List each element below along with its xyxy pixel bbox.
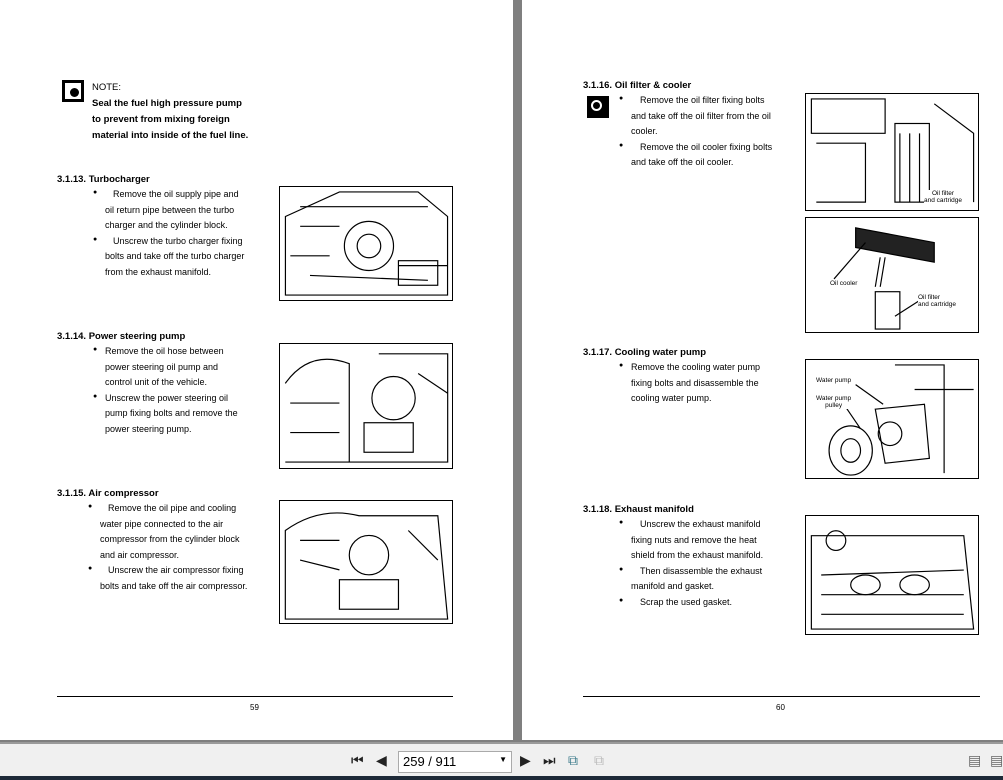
section-title: 3.1.17. Cooling water pump	[583, 347, 706, 358]
bullet-text: shield from the exhaust manifold.	[631, 550, 764, 561]
bullet-text: control unit of the vehicle.	[105, 377, 208, 388]
bullet-icon: ●	[619, 141, 624, 149]
bullet-text: oil return pipe between the turbo	[105, 204, 235, 215]
bullet-text: and take off the oil cooler.	[631, 157, 734, 168]
bullet-text: Unscrew the power steering oil	[105, 392, 229, 403]
bullet-text: Remove the oil pipe and cooling	[108, 503, 237, 513]
exhaust-manifold-figure	[805, 515, 979, 635]
single-page-view-icon[interactable]: ▤	[968, 752, 981, 769]
bullet-icon: ●	[93, 392, 98, 400]
bullet-text: Unscrew the air compressor fixing	[108, 565, 244, 576]
bullet-text: power steering oil pump and	[105, 361, 219, 372]
page-59: NOTE: Seal the fuel high pressure pump to…	[0, 0, 513, 740]
section-title: 3.1.18. Exhaust manifold	[583, 504, 694, 515]
note: NOTE: Seal the fuel high pressure pump to…	[92, 82, 249, 141]
power-steering-pump-figure	[279, 343, 453, 469]
bullet-text: fixing bolts and disassemble the	[631, 377, 759, 388]
bullet-text: Scrap the used gasket.	[640, 597, 733, 607]
bullet-text: Remove the oil supply pipe and	[113, 189, 239, 199]
bullet-text: charger and the cylinder block.	[105, 220, 228, 231]
bullet-text: water pipe connected to the air	[100, 518, 224, 529]
oil-filter-label-2: Oil filter and cartridge	[918, 294, 956, 308]
bullet-icon: ●	[619, 519, 624, 526]
next-page-button[interactable]: ▶	[520, 752, 531, 769]
bullet-text: and air compressor.	[100, 549, 180, 560]
bullet-text: cooler.	[631, 126, 658, 137]
navigation-toolbar: ⏮ ◀ 259 / 911 ▼ ▶ ⏭ ⧉ ⧉ ▤ ▤	[0, 742, 1003, 776]
section-title: 3.1.16. Oil filter & cooler	[583, 80, 692, 91]
footer-rule	[583, 696, 980, 697]
oil-filter-label: Oil filter and cartridge	[924, 190, 962, 204]
footer-rule	[57, 696, 453, 697]
chevron-down-icon[interactable]: ▼	[499, 755, 507, 764]
bullet-text: Remove the oil filter fixing bolts	[640, 95, 765, 105]
bullet-text: power steering pump.	[105, 424, 192, 434]
go-forward-icon[interactable]: ⧉	[594, 752, 604, 769]
document-viewer: NOTE: Seal the fuel high pressure pump to…	[0, 0, 1003, 742]
bullet-text: Unscrew the turbo charger fixing	[113, 235, 243, 246]
bullet-text: bolts and take off the turbo charger	[105, 251, 245, 262]
bullet-icon: ●	[93, 346, 98, 353]
bullet-text: manifold and gasket.	[631, 581, 715, 592]
oil-cooler-figure: Oil cooler Oil filter and cartridge	[805, 217, 979, 333]
water-pump-figure: Water pump Water pump pulley	[805, 359, 979, 479]
bullet-icon: ●	[619, 95, 624, 102]
oil-cooler-label: Oil cooler	[830, 280, 858, 287]
bullet-icon: ●	[93, 189, 98, 196]
bullet-icon: ●	[619, 362, 624, 369]
page-60: 3.1.16. Oil filter & cooler ● Remove the o…	[522, 0, 1003, 740]
inspect-icon	[587, 96, 609, 118]
air-compressor-figure	[279, 500, 453, 624]
bullet-text: compressor from the cylinder block	[100, 534, 240, 545]
section-title: 3.1.14. Power steering pump	[57, 331, 186, 342]
turbocharger-figure	[279, 186, 453, 301]
bullet-text: Remove the oil hose between	[105, 346, 224, 356]
bullet-text: Remove the cooling water pump	[631, 362, 761, 372]
bullet-text: pump fixing bolts and remove the	[105, 408, 238, 419]
water-pump-label: Water pump	[816, 377, 852, 384]
bullet-text: from the exhaust manifold.	[105, 267, 212, 277]
water-pump-pulley-label: Water pump pulley	[816, 395, 852, 409]
first-page-button[interactable]: ⏮	[351, 752, 364, 769]
page-number: 60	[776, 703, 785, 712]
bullet-icon: ●	[88, 503, 93, 510]
bullet-text: Unscrew the exhaust manifold	[640, 519, 761, 529]
bullet-icon: ●	[619, 565, 624, 573]
bullet-icon: ●	[93, 235, 98, 243]
bullet-icon: ●	[619, 597, 624, 604]
previous-page-button[interactable]: ◀	[376, 752, 387, 769]
continuous-view-icon[interactable]: ▤	[990, 752, 1003, 769]
go-back-icon[interactable]: ⧉	[568, 752, 578, 769]
bullet-text: Then disassemble the exhaust	[640, 565, 763, 576]
bullet-text: Remove the oil cooler fixing bolts	[640, 141, 773, 152]
bullet-text: bolts and take off the air compressor.	[100, 581, 248, 591]
bullet-text: fixing nuts and remove the heat	[631, 534, 757, 545]
taskbar-strip	[0, 776, 1003, 780]
last-page-button[interactable]: ⏭	[543, 752, 556, 769]
page-number-field[interactable]: 259 / 911 ▼	[398, 751, 512, 773]
note-icon	[62, 80, 84, 102]
oil-filter-figure: Oil filter and cartridge	[805, 93, 979, 211]
section-title: 3.1.13. Turbocharger	[57, 174, 150, 185]
section-title: 3.1.15. Air compressor	[57, 488, 159, 499]
bullet-text: and take off the oil filter from the oil	[631, 110, 771, 121]
page-number: 59	[250, 703, 259, 712]
bullet-icon: ●	[88, 565, 93, 573]
bullet-text: cooling water pump.	[631, 393, 712, 404]
